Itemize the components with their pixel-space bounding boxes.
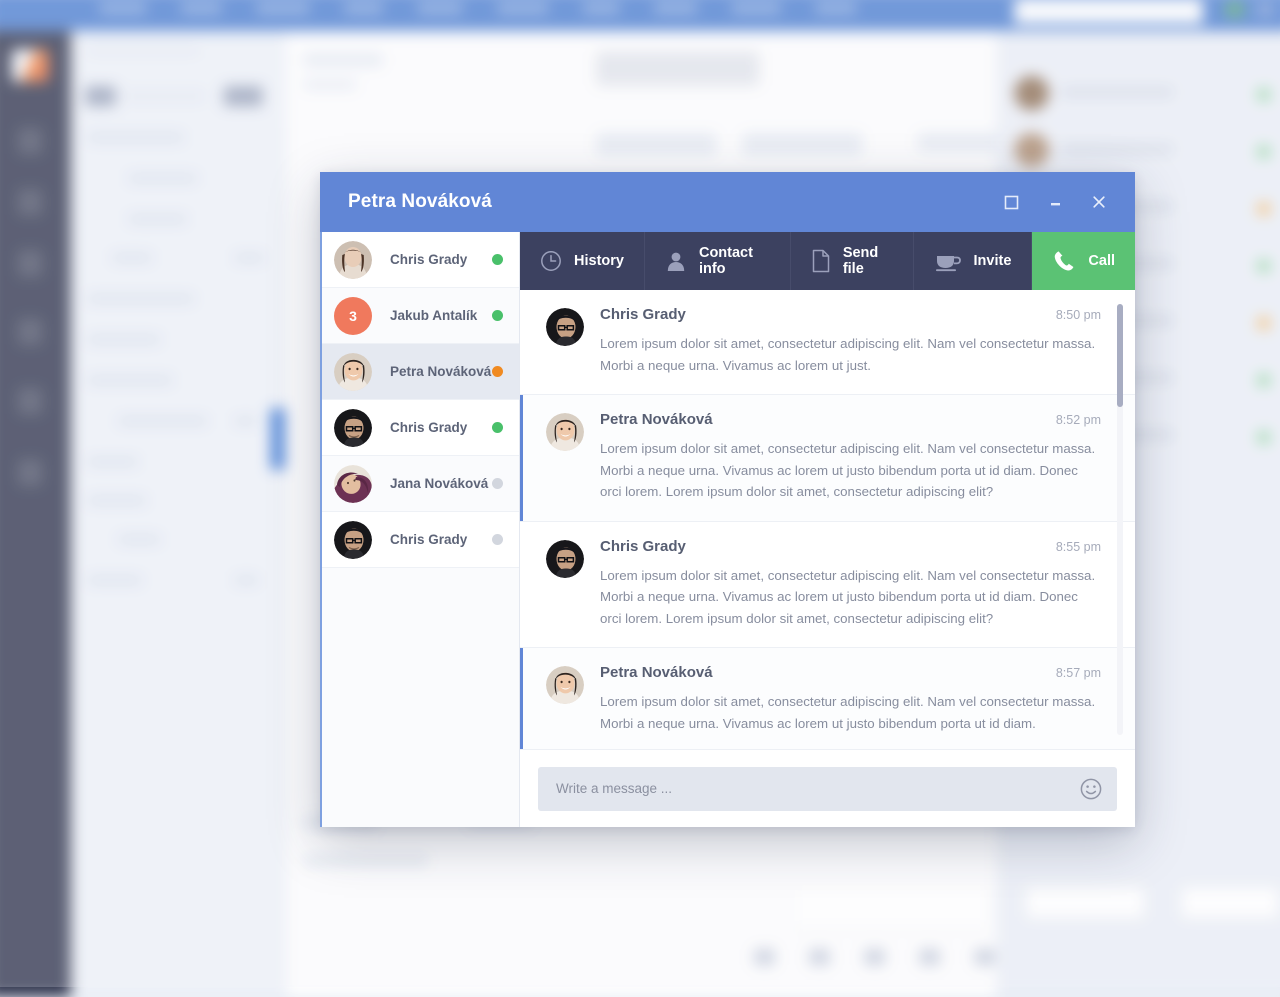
avatar <box>334 409 372 447</box>
contact-name: Jakub Antalík <box>390 308 492 323</box>
message-text: Lorem ipsum dolor sit amet, consectetur … <box>600 438 1101 503</box>
man-glasses-avatar-icon <box>334 521 372 559</box>
contact-list-item[interactable]: 3 Jakub Antalík <box>322 288 519 344</box>
square-icon <box>1004 195 1019 210</box>
avatar <box>546 540 584 578</box>
contact-name: Chris Grady <box>390 420 492 435</box>
avatar <box>334 241 372 279</box>
send-file-label: Send file <box>843 245 893 277</box>
woman-dark-hair-avatar-icon <box>334 241 372 279</box>
invite-button[interactable]: Invite <box>914 232 1033 290</box>
window-controls <box>993 185 1117 219</box>
woman-smiling-avatar-icon <box>546 413 584 451</box>
smiley-icon[interactable] <box>1079 777 1103 801</box>
message-timestamp: 8:55 pm <box>1056 540 1101 554</box>
clock-icon <box>540 250 562 272</box>
contact-list-item[interactable]: Chris Grady <box>322 232 519 288</box>
minimize-button[interactable] <box>1037 185 1073 219</box>
unread-badge: 3 <box>334 297 372 335</box>
message-text: Lorem ipsum dolor sit amet, consectetur … <box>600 565 1101 630</box>
send-file-button[interactable]: Send file <box>791 232 914 290</box>
message-text: Lorem ipsum dolor sit amet, consectetur … <box>600 691 1101 734</box>
maximize-button[interactable] <box>993 185 1029 219</box>
contact-list-item[interactable]: Chris Grady <box>322 512 519 568</box>
message-author: Chris Grady <box>600 538 1056 555</box>
message-timestamp: 8:50 pm <box>1056 308 1101 322</box>
chat-window-titlebar: Petra Nováková <box>320 172 1135 232</box>
status-indicator <box>492 254 503 265</box>
call-label: Call <box>1088 253 1115 269</box>
status-indicator <box>492 534 503 545</box>
message-item: Petra Nováková 8:52 pm Lorem ipsum dolor… <box>520 395 1135 522</box>
woman-smiling-avatar-icon <box>546 666 584 704</box>
man-glasses-avatar-icon <box>546 308 584 346</box>
invite-label: Invite <box>974 253 1012 269</box>
status-indicator <box>492 366 503 377</box>
chat-window: Petra Nováková <box>320 172 1135 827</box>
status-indicator <box>492 478 503 489</box>
avatar <box>334 465 372 503</box>
history-label: History <box>574 253 624 269</box>
phone-icon <box>1052 249 1076 273</box>
contact-list-item[interactable]: Chris Grady <box>322 400 519 456</box>
status-indicator <box>492 422 503 433</box>
contact-name: Chris Grady <box>390 252 492 267</box>
chat-toolbar: History Contact info <box>520 232 1135 290</box>
message-author: Petra Nováková <box>600 664 1056 681</box>
message-item: Petra Nováková 8:57 pm Lorem ipsum dolor… <box>520 648 1135 749</box>
message-scrollbar[interactable] <box>1117 304 1123 735</box>
minus-icon <box>1048 195 1063 210</box>
avatar <box>546 413 584 451</box>
woman-smiling-avatar-icon <box>334 353 372 391</box>
scrollbar-thumb[interactable] <box>1117 304 1123 407</box>
status-indicator <box>492 310 503 321</box>
message-item: Chris Grady 8:55 pm Lorem ipsum dolor si… <box>520 522 1135 649</box>
message-item: Chris Grady 8:50 pm Lorem ipsum dolor si… <box>520 290 1135 395</box>
contact-name: Petra Nováková <box>390 364 492 379</box>
avatar <box>546 666 584 704</box>
page-title: Petra Nováková <box>348 191 993 213</box>
contact-name: Chris Grady <box>390 532 492 547</box>
message-list[interactable]: Chris Grady 8:50 pm Lorem ipsum dolor si… <box>520 290 1135 749</box>
contact-name: Jana Nováková <box>390 476 492 491</box>
contact-info-label: Contact info <box>699 245 770 277</box>
history-button[interactable]: History <box>520 232 645 290</box>
man-glasses-avatar-icon <box>546 540 584 578</box>
contact-list-item-selected[interactable]: Petra Nováková <box>322 344 519 400</box>
document-icon <box>811 249 831 273</box>
man-glasses-avatar-icon <box>334 409 372 447</box>
close-button[interactable] <box>1081 185 1117 219</box>
avatar <box>334 353 372 391</box>
message-input[interactable] <box>556 781 1069 796</box>
woman-purple-avatar-icon <box>334 465 372 503</box>
contact-list-item[interactable]: Jana Nováková <box>322 456 519 512</box>
avatar <box>546 308 584 346</box>
message-composer <box>520 749 1135 827</box>
message-author: Chris Grady <box>600 306 1056 323</box>
message-timestamp: 8:57 pm <box>1056 666 1101 680</box>
close-icon <box>1091 194 1107 210</box>
avatar <box>334 521 372 559</box>
contact-list[interactable]: Chris Grady 3 Jakub Antalík <box>320 232 520 827</box>
contact-info-button[interactable]: Contact info <box>645 232 791 290</box>
composer-field-wrapper[interactable] <box>538 767 1117 811</box>
message-author: Petra Nováková <box>600 411 1056 428</box>
person-icon <box>665 250 687 272</box>
message-text: Lorem ipsum dolor sit amet, consectetur … <box>600 333 1101 376</box>
message-timestamp: 8:52 pm <box>1056 413 1101 427</box>
call-button[interactable]: Call <box>1032 232 1135 290</box>
coffee-cup-icon <box>934 250 962 272</box>
